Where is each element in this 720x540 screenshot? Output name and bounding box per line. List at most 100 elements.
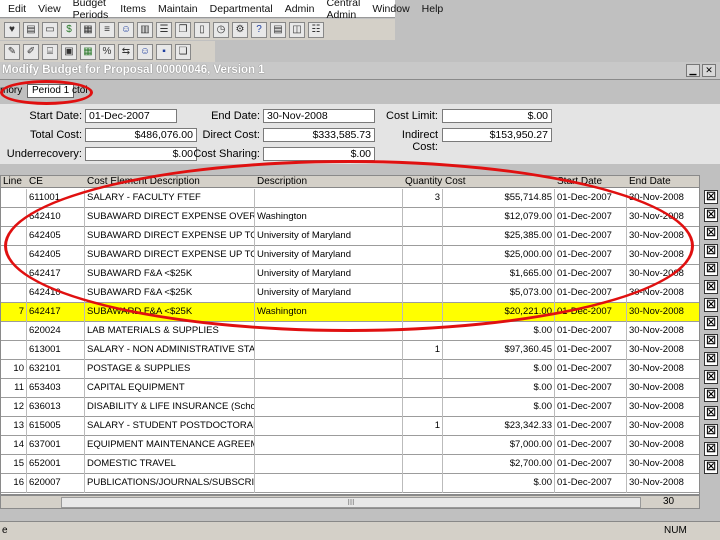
list-icon[interactable]: ☰	[156, 21, 172, 38]
table-row[interactable]: 642410 SUBAWARD F&A <$25K University of Ma…	[1, 284, 699, 303]
tile-icon[interactable]: ▤	[270, 21, 286, 38]
cell-end[interactable]: 30-Nov-2008	[627, 246, 699, 265]
cell-qty[interactable]: 3	[403, 189, 443, 208]
column-header[interactable]: Cost Element Description	[87, 176, 200, 188]
cell-line[interactable]	[1, 322, 27, 341]
cell-cost[interactable]: $.00	[443, 474, 555, 493]
cell-start[interactable]: 01-Dec-2007	[555, 379, 627, 398]
help-icon[interactable]: ?	[251, 21, 267, 38]
cell-line[interactable]: 14	[1, 436, 27, 455]
delete-row-icon[interactable]: ☒	[704, 352, 718, 366]
save-icon[interactable]: ♥	[4, 21, 20, 38]
cell-end[interactable]: 30-Nov-2008	[627, 303, 699, 322]
cell-ced[interactable]: DOMESTIC TRAVEL	[85, 455, 255, 474]
cell-end[interactable]: 30-Nov-2008	[627, 322, 699, 341]
cell-line[interactable]: 11	[1, 379, 27, 398]
cell-ce[interactable]: 620007	[27, 474, 85, 493]
cell-ced[interactable]: DISABILITY & LIFE INSURANCE (School of M	[85, 398, 255, 417]
cell-ce[interactable]: 615005	[27, 417, 85, 436]
table-row[interactable]: 642417 SUBAWARD F&A <$25K University of Ma…	[1, 265, 699, 284]
menu-item[interactable]: Help	[416, 3, 450, 15]
column-header[interactable]: End Date	[629, 176, 671, 188]
start-date-field[interactable]: 01-Dec-2007	[85, 109, 177, 123]
copy-icon[interactable]: ❐	[175, 21, 191, 38]
cell-ce[interactable]: 653403	[27, 379, 85, 398]
cell-line[interactable]	[1, 284, 27, 303]
cell-ce[interactable]: 642410	[27, 284, 85, 303]
split-icon[interactable]: ◫	[289, 21, 305, 38]
menu-item[interactable]: Central Admin	[320, 0, 366, 21]
cell-end[interactable]: 30-Nov-2008	[627, 417, 699, 436]
table-row[interactable]: 642410SUBAWARD DIRECT EXPENSE OVER $25,0…	[1, 208, 699, 227]
chart-icon[interactable]: ▥	[137, 21, 153, 38]
cell-cost[interactable]: $1,665.00	[443, 265, 555, 284]
cell-qty[interactable]	[403, 360, 443, 379]
cell-qty[interactable]	[403, 379, 443, 398]
cell-end[interactable]: 30-Nov-2008	[627, 265, 699, 284]
menu-item[interactable]: Maintain	[152, 3, 204, 15]
print-icon[interactable]: ▤	[23, 21, 39, 38]
cell-ce[interactable]: 642410	[27, 208, 85, 227]
cell-qty[interactable]	[403, 284, 443, 303]
menu-item[interactable]: Window	[366, 3, 415, 15]
cell-desc[interactable]: University of Maryland	[255, 246, 403, 265]
delete-row-icon[interactable]: ☒	[704, 208, 718, 222]
cell-line[interactable]: 12	[1, 398, 27, 417]
cell-line[interactable]: 13	[1, 417, 27, 436]
cell-start[interactable]: 01-Dec-2007	[555, 303, 627, 322]
cell-end[interactable]: 30-Nov-2008	[627, 284, 699, 303]
table-row[interactable]: 611001 SALARY - FACULTY FTEF 3 $55,714.85 01…	[1, 189, 699, 208]
cell-end[interactable]: 30-Nov-2008	[627, 455, 699, 474]
cell-ced[interactable]: SALARY - STUDENT POSTDOCTORAL	[85, 417, 255, 436]
delete-row-icon[interactable]: ☒	[704, 298, 718, 312]
cell-line[interactable]	[1, 227, 27, 246]
cell-cost[interactable]: $25,385.00	[443, 227, 555, 246]
cell-desc[interactable]: Washington	[255, 208, 403, 227]
cell-start[interactable]: 01-Dec-2007	[555, 398, 627, 417]
menu-item[interactable]: Departmental	[204, 3, 279, 15]
cell-start[interactable]: 01-Dec-2007	[555, 189, 627, 208]
cell-desc[interactable]	[255, 474, 403, 493]
scrollbar-thumb[interactable]: III	[61, 497, 641, 508]
cell-start[interactable]: 01-Dec-2007	[555, 208, 627, 227]
cell-line[interactable]	[1, 208, 27, 227]
report-icon[interactable]: ≡	[99, 21, 115, 38]
cell-end[interactable]: 30-Nov-2008	[627, 227, 699, 246]
cell-ce[interactable]: 632101	[27, 360, 85, 379]
cell-ce[interactable]: 642405	[27, 227, 85, 246]
cell-cost[interactable]: $55,714.85	[443, 189, 555, 208]
delete-row-icon[interactable]: ☒	[704, 406, 718, 420]
menu-item[interactable]: Items	[114, 3, 152, 15]
cell-start[interactable]: 01-Dec-2007	[555, 436, 627, 455]
stack-icon[interactable]: ☷	[308, 21, 324, 38]
cell-line[interactable]: 16	[1, 474, 27, 493]
cell-ced[interactable]: PUBLICATIONS/JOURNALS/SUBSCRIPTIONS	[85, 474, 255, 493]
delete-row-icon[interactable]: ☒	[704, 316, 718, 330]
end-date-field[interactable]: 30-Nov-2008	[263, 109, 375, 123]
cell-ced[interactable]: SUBAWARD F&A <$25K	[85, 303, 255, 322]
cell-qty[interactable]	[403, 303, 443, 322]
cell-start[interactable]: 01-Dec-2007	[555, 322, 627, 341]
cell-start[interactable]: 01-Dec-2007	[555, 474, 627, 493]
table-row[interactable]: 12 636013 DISABILITY & LIFE INSURANCE (Sch…	[1, 398, 699, 417]
cell-end[interactable]: 30-Nov-2008	[627, 341, 699, 360]
table-row[interactable]: 613001SALARY - NON ADMINISTRATIVE STAFF …	[1, 341, 699, 360]
cell-cost[interactable]: $97,360.45	[443, 341, 555, 360]
cell-line[interactable]	[1, 189, 27, 208]
tab-period-1[interactable]: Period 1	[27, 84, 75, 98]
delete-row-icon[interactable]: ☒	[704, 334, 718, 348]
cell-qty[interactable]	[403, 398, 443, 417]
cell-ce[interactable]: 611001	[27, 189, 85, 208]
cell-cost[interactable]: $.00	[443, 379, 555, 398]
cell-ced[interactable]: SUBAWARD DIRECT EXPENSE OVER $25,000	[85, 208, 255, 227]
cell-desc[interactable]	[255, 341, 403, 360]
delete-row-icon[interactable]: ☒	[704, 244, 718, 258]
cell-ced[interactable]: EQUIPMENT MAINTENANCE AGREEMENT	[85, 436, 255, 455]
cell-qty[interactable]	[403, 208, 443, 227]
cell-line[interactable]	[1, 246, 27, 265]
delete-row-icon[interactable]: ☒	[704, 424, 718, 438]
cell-ce[interactable]: 613001	[27, 341, 85, 360]
cell-end[interactable]: 30-Nov-2008	[627, 398, 699, 417]
table-row[interactable]: 10 632101 POSTAGE & SUPPLIES $.00 01-Dec-200…	[1, 360, 699, 379]
column-header[interactable]: CE	[29, 176, 43, 188]
